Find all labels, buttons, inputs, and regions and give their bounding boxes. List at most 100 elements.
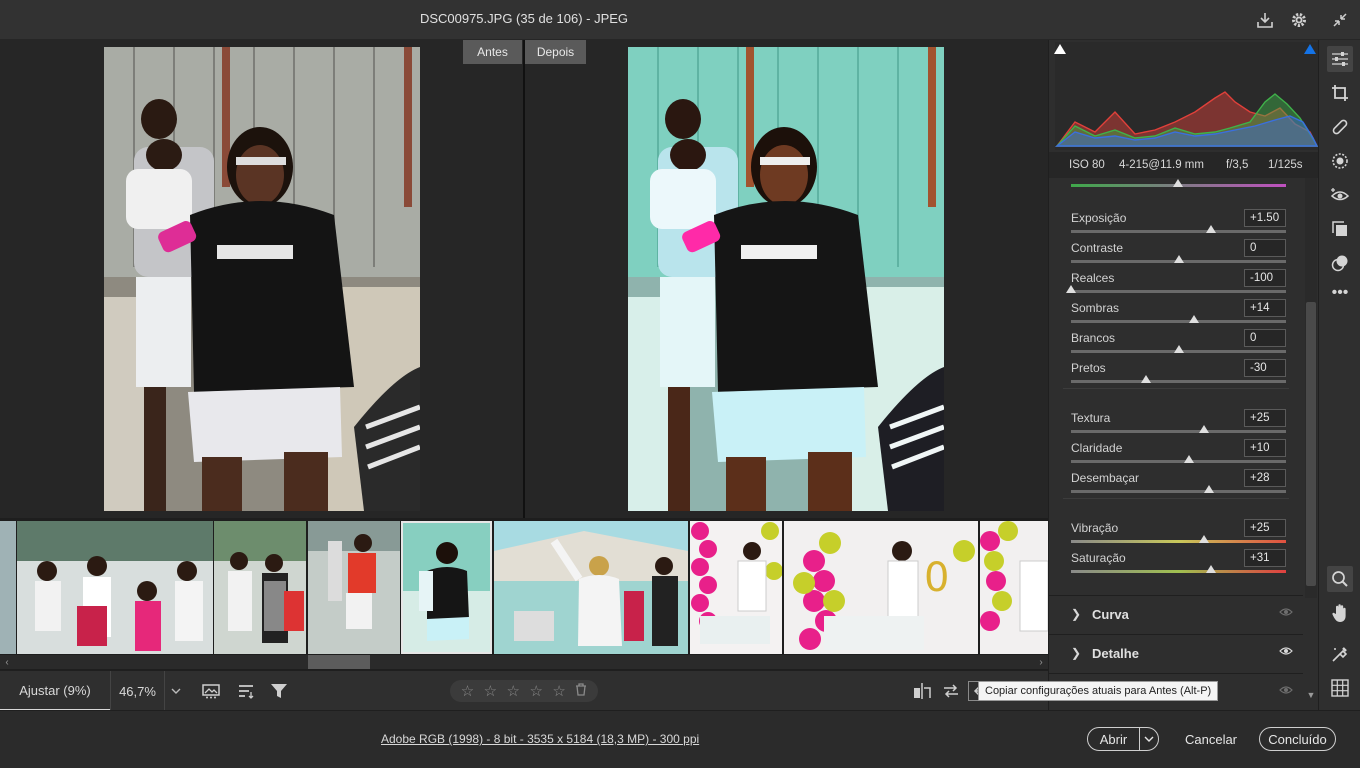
slider-track[interactable] [1071,490,1286,493]
rating-stars[interactable]: ☆ ☆ ☆ ☆ ☆ [450,680,598,702]
slider-value-input[interactable]: +31 [1244,549,1286,567]
slider-value-input[interactable]: -30 [1244,359,1286,377]
visibility-eye-icon[interactable] [1279,607,1293,617]
panel-scroll-thumb[interactable] [1306,302,1316,586]
slider-knob[interactable] [1205,225,1216,233]
slider-knob[interactable] [1199,425,1210,433]
cancel-button[interactable]: Cancelar [1178,727,1244,751]
zoom-percent-button[interactable]: 46,7% [110,671,164,711]
slider-knob[interactable] [1188,315,1199,323]
slider-value-input[interactable]: +10 [1244,439,1286,457]
visibility-eye-icon[interactable] [1279,646,1293,656]
done-button[interactable]: Concluído [1259,727,1336,751]
slider-knob[interactable] [1066,285,1076,293]
zoom-dropdown[interactable] [164,671,186,711]
presets-icon[interactable] [1327,250,1353,276]
slider-value-input[interactable]: -100 [1244,269,1286,287]
trash-icon[interactable] [575,682,587,700]
filmstrip-scrollbar[interactable]: ‹ › [0,655,1048,669]
edit-sliders-icon[interactable] [1327,46,1353,72]
slider-track[interactable] [1071,570,1286,573]
more-icon[interactable]: ••• [1327,280,1353,306]
slider-knob[interactable] [1203,485,1214,493]
thumbnail[interactable]: 0 [784,521,978,654]
snapshots-icon[interactable] [1327,216,1353,242]
highlight-clipping-icon[interactable] [1303,42,1317,56]
after-view-button[interactable]: Depois [525,40,586,64]
lens-value: 4-215@11.9 mm [1119,159,1204,171]
panel-scrollbar[interactable] [1305,178,1317,598]
collapse-icon[interactable] [1328,8,1352,32]
star-icon[interactable]: ☆ [552,682,565,700]
thumbnail[interactable] [980,521,1048,654]
slider-value-input[interactable]: 0 [1244,239,1286,257]
filmstrip-scroll-thumb[interactable] [308,655,370,669]
slider-knob[interactable] [1173,345,1184,353]
thumbnail[interactable] [494,521,688,654]
slider-knob[interactable] [1173,255,1184,263]
slider-knob[interactable] [1141,375,1152,383]
slider-value-input[interactable]: +1.50 [1244,209,1286,227]
scroll-down-icon[interactable]: ▼ [1305,690,1317,702]
mask-icon[interactable] [1327,148,1353,174]
slider-label: Saturação [1071,551,1126,565]
shadow-clipping-icon[interactable] [1053,42,1067,56]
settings-gear-icon[interactable] [1287,8,1311,32]
slider-value-input[interactable]: 0 [1244,329,1286,347]
color-sampler-icon[interactable] [1327,641,1353,667]
swap-settings-icon[interactable] [940,681,962,701]
thumbnail[interactable] [0,521,16,654]
slider-knob[interactable] [1184,455,1195,463]
star-icon[interactable]: ☆ [529,682,542,700]
filmstrip-view-icon[interactable] [200,681,222,701]
slider-track[interactable] [1071,460,1286,463]
before-after-toggle-icon[interactable] [911,681,933,701]
thumbnail[interactable] [308,521,400,654]
slider-label: Pretos [1071,361,1106,375]
workflow-options-link[interactable]: Adobe RGB (1998) - 8 bit - 3535 x 5184 (… [381,732,699,746]
thumbnail[interactable] [17,521,213,654]
filter-icon[interactable] [268,681,290,701]
scroll-right-icon[interactable]: › [1034,655,1048,669]
thumbnail[interactable] [214,521,306,654]
slider-track[interactable] [1071,230,1286,233]
star-icon[interactable]: ☆ [461,682,474,700]
slider-track[interactable] [1071,540,1286,543]
slider-knob[interactable] [1205,565,1216,573]
section-detail[interactable]: ❯ Detalhe [1049,634,1303,672]
star-icon[interactable]: ☆ [507,682,520,700]
scroll-left-icon[interactable]: ‹ [0,655,14,669]
slider-track[interactable] [1071,320,1286,323]
star-icon[interactable]: ☆ [484,682,497,700]
zoom-fit-button[interactable]: Ajustar (9%) [0,671,110,711]
save-icon[interactable] [1253,8,1277,32]
open-button[interactable]: Abrir [1087,727,1159,751]
slider-value-input[interactable]: +14 [1244,299,1286,317]
sort-icon[interactable] [235,681,257,701]
hand-icon[interactable] [1327,600,1353,626]
slider-value-input[interactable]: +28 [1244,469,1286,487]
aperture-value: f/3,5 [1226,159,1249,171]
before-view-button[interactable]: Antes [463,40,522,64]
section-curve[interactable]: ❯ Curva [1049,595,1303,633]
thumbnail[interactable] [690,521,782,654]
slider-knob[interactable] [1199,535,1210,543]
redeye-icon[interactable] [1327,182,1353,208]
filmstrip-thumbnails: 0 [0,521,1048,654]
slider-track[interactable] [1071,380,1286,383]
thumbnail-selected[interactable] [401,521,492,654]
chevron-down-icon[interactable] [1140,734,1158,745]
slider-value-input[interactable]: +25 [1244,409,1286,427]
tint-slider-knob[interactable] [1173,179,1183,187]
visibility-eye-icon[interactable] [1279,685,1293,695]
slider-value-input[interactable]: +25 [1244,519,1286,537]
healing-icon[interactable] [1327,114,1353,140]
slider-track[interactable] [1071,290,1286,293]
slider-track[interactable] [1071,430,1286,433]
chevron-right-icon: ❯ [1071,607,1082,621]
slider-row: Vibração +25 [1049,516,1303,546]
zoom-icon[interactable] [1327,566,1353,592]
slider-row: Pretos -30 [1049,356,1303,386]
crop-icon[interactable] [1327,80,1353,106]
grid-icon[interactable] [1327,675,1353,701]
